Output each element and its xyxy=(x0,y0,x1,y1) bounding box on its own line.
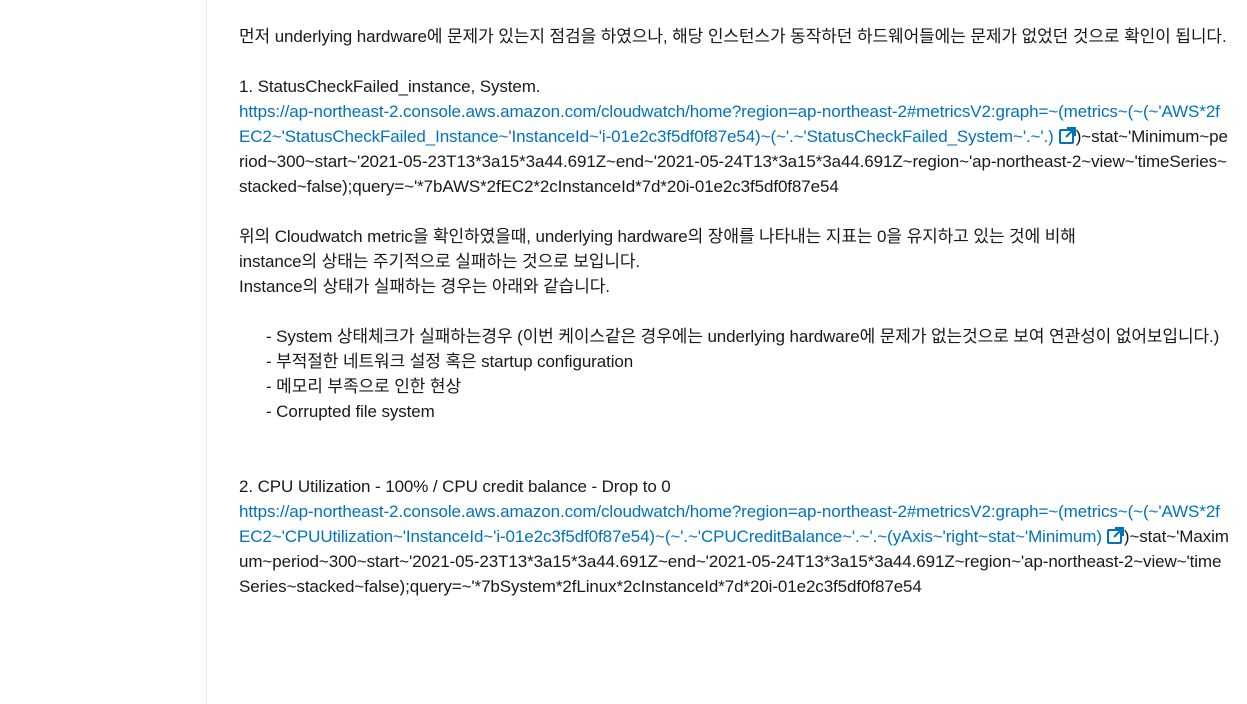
bullet-1: - System 상태체크가 실패하는경우 (이번 케이스같은 경우에는 und… xyxy=(266,327,1220,346)
item1-metric-link-block: https://ap-northeast-2.console.aws.amazo… xyxy=(239,99,1229,199)
bullet-3: - 메모리 부족으로 인한 현상 xyxy=(266,377,461,396)
para2-line3: Instance의 상태가 실패하는 경우는 아래와 같습니다. xyxy=(239,277,610,296)
item2-metric-link[interactable]: https://ap-northeast-2.console.aws.amazo… xyxy=(239,502,1220,546)
item2-title: 2. CPU Utilization - 100% / CPU credit b… xyxy=(239,477,671,496)
item1-title: 1. StatusCheckFailed_instance, System. xyxy=(239,77,541,96)
bullet-4: - Corrupted file system xyxy=(266,402,435,421)
bullet-2: - 부적절한 네트워크 설정 혹은 startup configuration xyxy=(266,352,634,371)
para2-line1: 위의 Cloudwatch metric을 확인하였을때, underlying… xyxy=(239,227,1076,246)
intro-paragraph: 먼저 underlying hardware에 문제가 있는지 점검을 하였으나… xyxy=(239,27,1227,46)
bullet-list-item: - System 상태체크가 실패하는경우 (이번 케이스같은 경우에는 und… xyxy=(239,324,1229,349)
external-link-icon[interactable] xyxy=(1058,127,1076,145)
item2-metric-link-block: https://ap-northeast-2.console.aws.amazo… xyxy=(239,499,1229,599)
external-link-icon[interactable] xyxy=(1106,527,1124,545)
left-sidebar xyxy=(0,0,207,704)
message-body: 먼저 underlying hardware에 문제가 있는지 점검을 하였으나… xyxy=(239,24,1229,599)
para2-line2: instance의 상태는 주기적으로 실패하는 것으로 보입니다. xyxy=(239,252,641,271)
